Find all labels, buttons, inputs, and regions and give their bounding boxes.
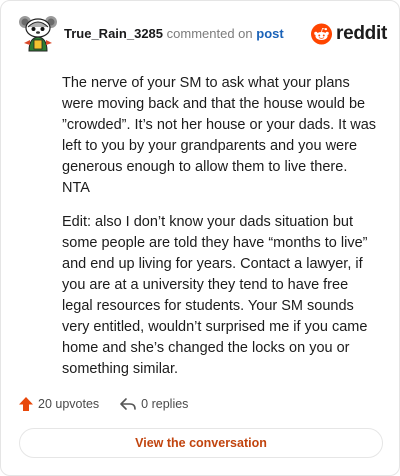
upvotes-stat[interactable]: 20 upvotes — [18, 396, 99, 412]
commented-on-text: commented on — [166, 26, 253, 41]
comment-card: True_Rain_3285 commented on post reddit … — [0, 0, 400, 476]
comment-header: True_Rain_3285 commented on post — [64, 26, 284, 42]
comment-stats: 20 upvotes 0 replies — [18, 394, 188, 414]
replies-count: 0 replies — [141, 397, 189, 411]
reply-arrow-icon — [120, 398, 136, 410]
snoo-avatar-icon — [18, 13, 58, 53]
avatar[interactable] — [18, 13, 58, 53]
replies-stat[interactable]: 0 replies — [119, 396, 188, 412]
reddit-logo-icon — [311, 23, 333, 45]
post-link[interactable]: post — [256, 26, 283, 41]
upvote-arrow-icon — [19, 397, 33, 411]
username[interactable]: True_Rain_3285 — [64, 26, 163, 41]
reddit-wordmark: reddit — [336, 23, 387, 44]
comment-paragraph: Edit: also I don’t know your dads situat… — [62, 214, 368, 377]
view-conversation-button[interactable]: View the conversation — [19, 428, 383, 458]
comment-paragraph: The nerve of your SM to ask what your pl… — [62, 75, 377, 196]
upvotes-count: 20 upvotes — [38, 397, 100, 411]
comment-body: The nerve of your SM to ask what your pl… — [62, 73, 378, 393]
reddit-logo[interactable]: reddit — [311, 21, 387, 47]
